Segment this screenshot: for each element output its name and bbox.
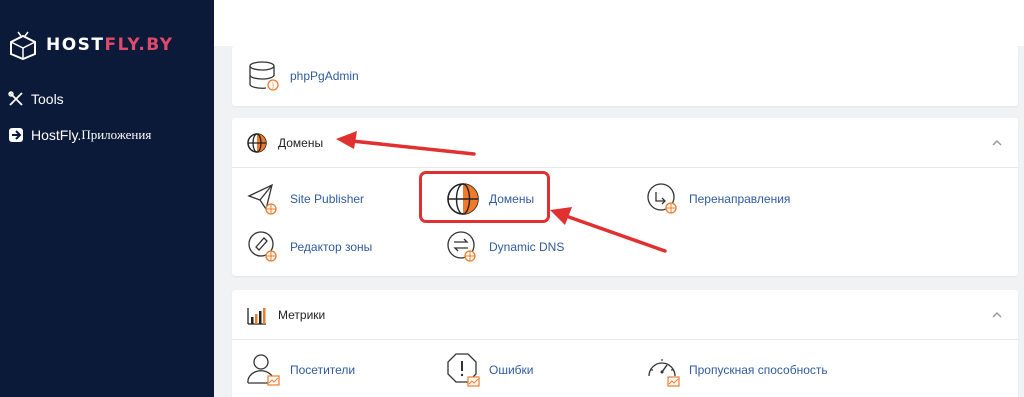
arrow-to-domains-header	[350, 139, 476, 156]
arrowhead-domains-header	[336, 131, 357, 149]
annotation-arrows	[336, 131, 667, 253]
arrow-to-domains-item	[564, 214, 667, 253]
